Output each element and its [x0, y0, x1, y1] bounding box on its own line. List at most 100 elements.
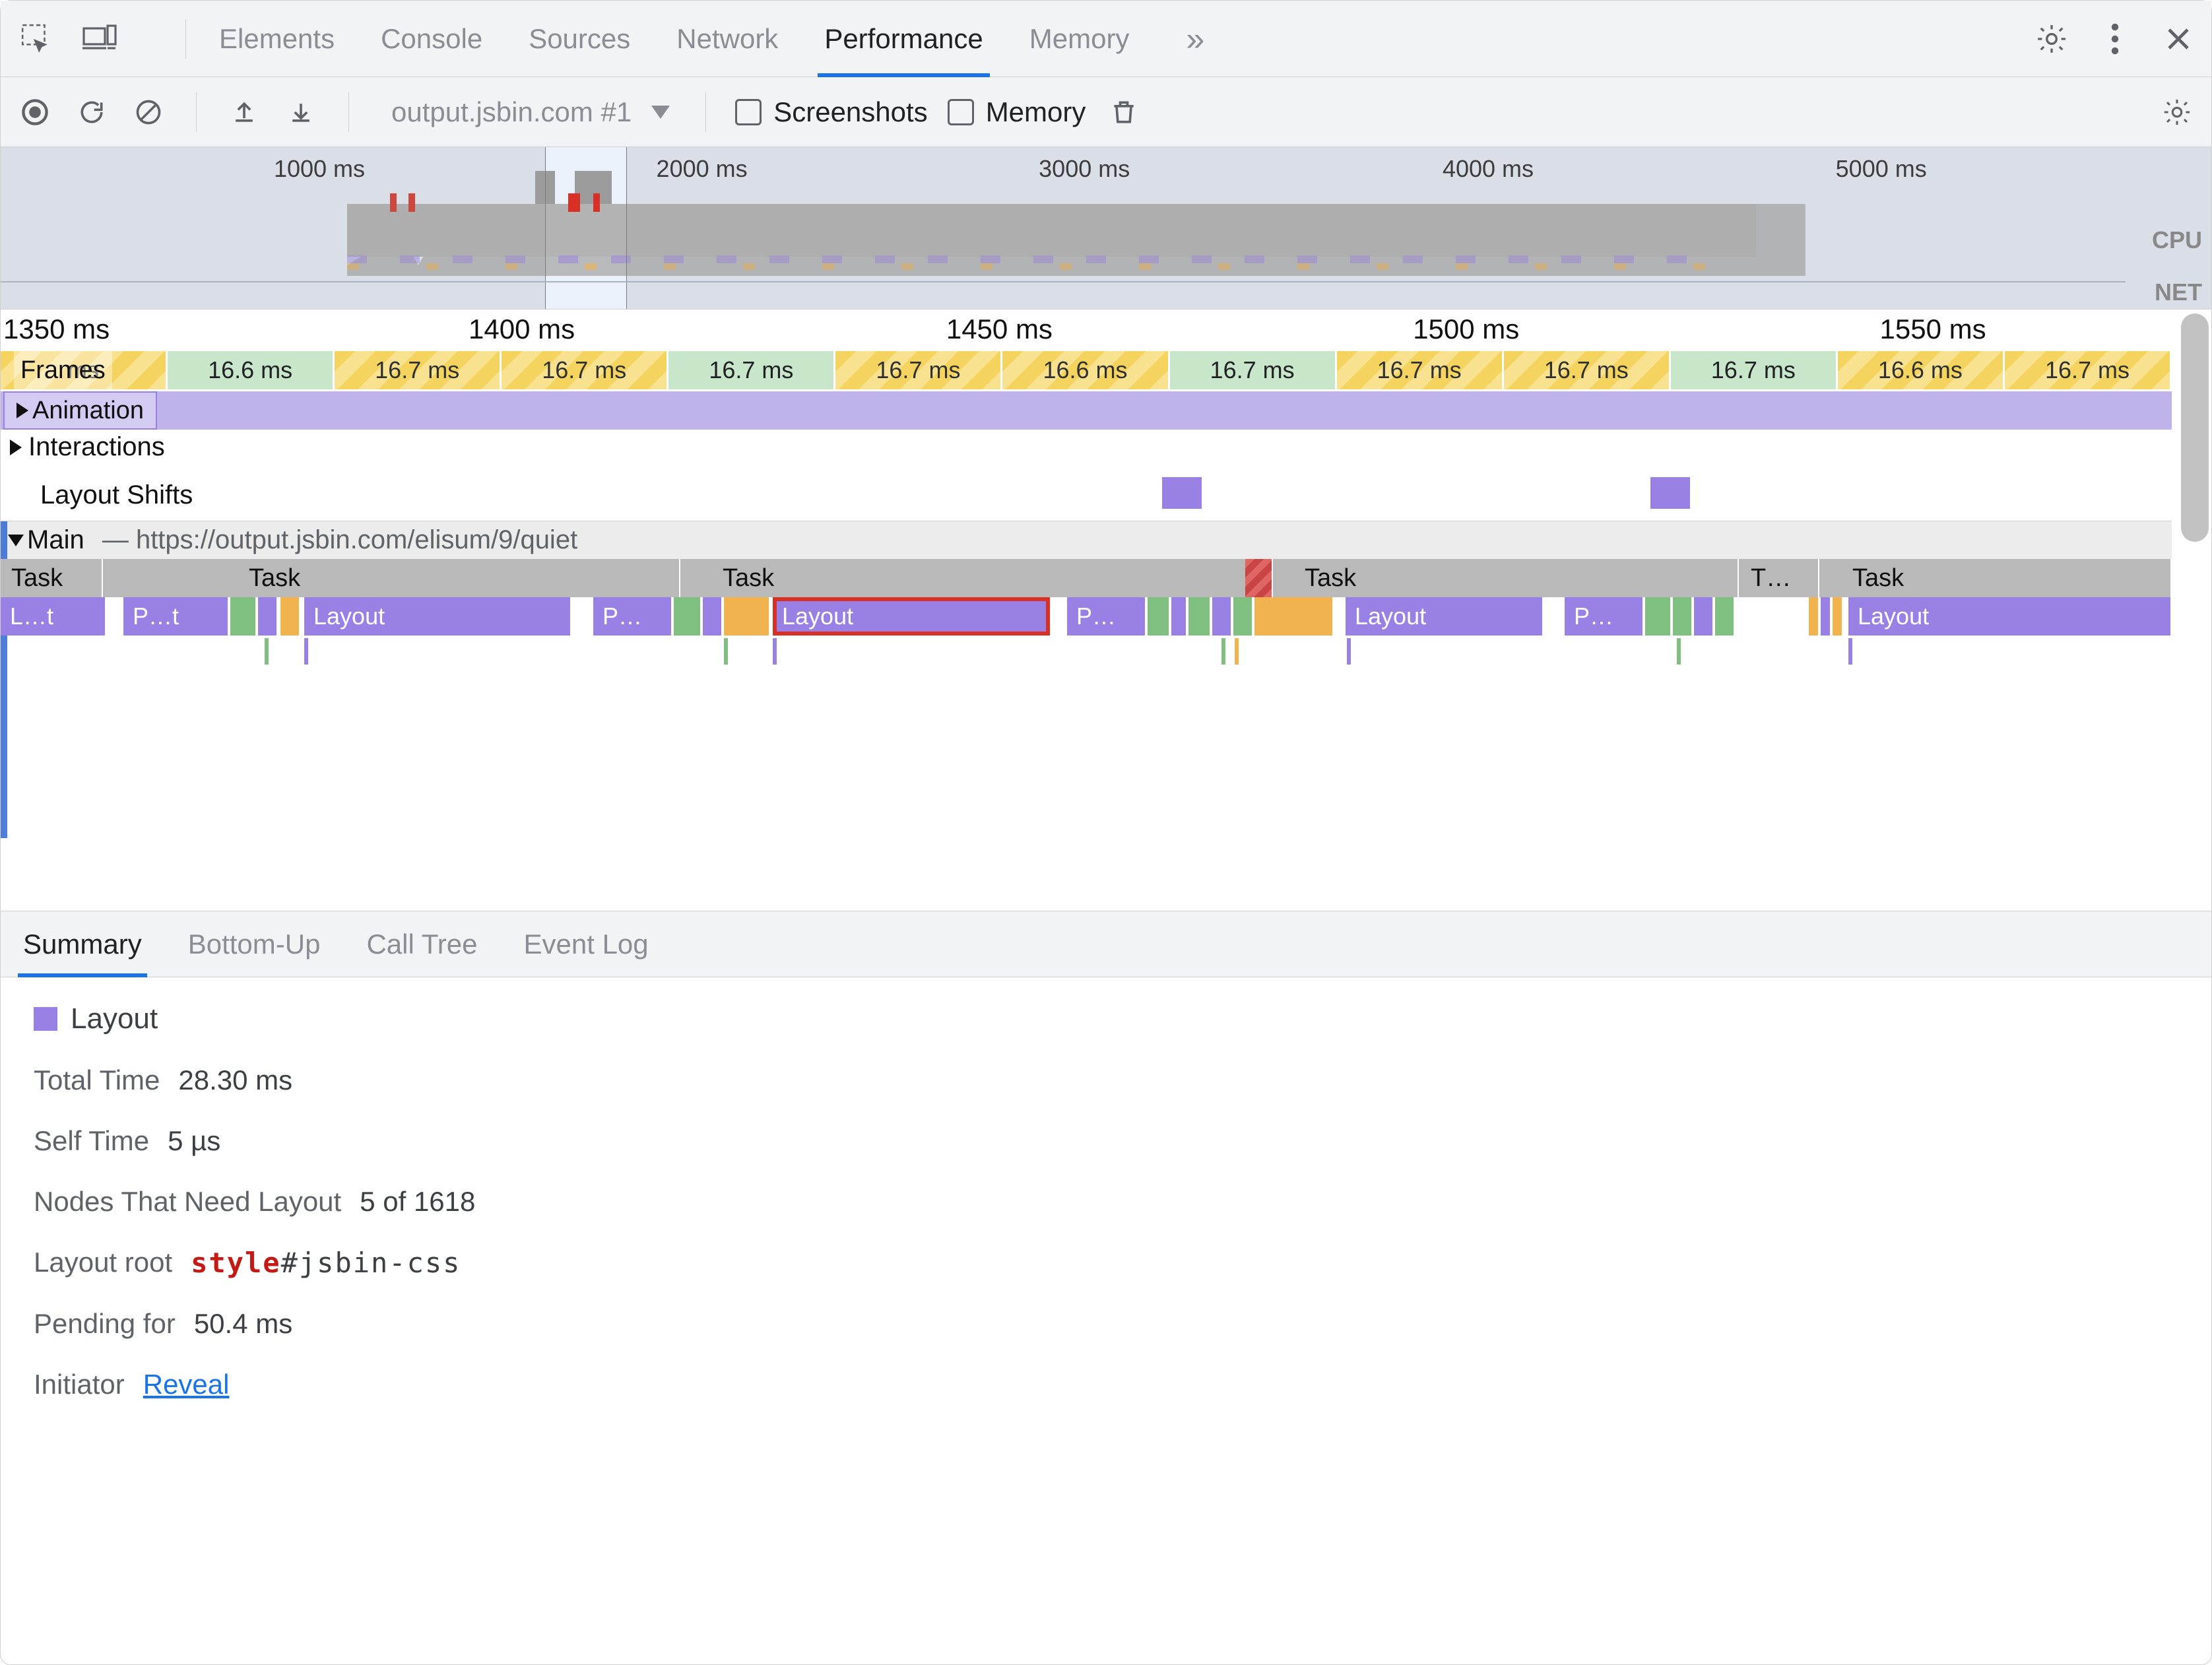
record-icon[interactable] — [16, 94, 53, 131]
reload-icon[interactable] — [73, 94, 110, 131]
task-block[interactable]: Task — [1, 559, 103, 597]
expand-icon — [16, 403, 28, 418]
flame-slice[interactable] — [674, 597, 701, 636]
tasks-row[interactable]: TaskTaskTaskTaskT…Task — [1, 559, 2172, 597]
clear-icon[interactable] — [130, 94, 167, 131]
capture-settings-gear-icon[interactable] — [2159, 94, 2196, 131]
flame-slice[interactable] — [258, 597, 278, 636]
layout-shift-block[interactable] — [1162, 477, 1202, 509]
target-origin-dropdown[interactable]: output.jsbin.com #1 — [378, 96, 676, 128]
trash-icon[interactable] — [1105, 94, 1142, 131]
performance-toolbar: output.jsbin.com #1 Screenshots Memory — [1, 77, 2211, 147]
download-icon[interactable] — [282, 94, 319, 131]
time-tick: 1350 ms — [3, 313, 110, 345]
frame-block[interactable]: 16.7 ms — [1170, 351, 1337, 389]
task-block[interactable]: Task — [1842, 559, 2172, 597]
flame-slice[interactable] — [1148, 597, 1170, 636]
flame-tick — [773, 638, 777, 665]
flame-tick — [1347, 638, 1351, 665]
tab-performance[interactable]: Performance — [824, 1, 983, 77]
flame-tick — [1848, 638, 1852, 665]
panel-tabs: Elements Console Sources Network Perform… — [219, 1, 1215, 77]
flame-slice[interactable] — [1715, 597, 1735, 636]
tab-memory[interactable]: Memory — [1029, 1, 1130, 77]
frame-block[interactable]: 16.7 ms — [1337, 351, 1504, 389]
close-devtools-icon[interactable] — [2159, 19, 2198, 59]
tab-call-tree[interactable]: Call Tree — [366, 911, 477, 977]
element-picker-icon[interactable] — [16, 19, 56, 59]
flame-slice[interactable]: P… — [1565, 597, 1644, 636]
flame-slice[interactable] — [1233, 597, 1253, 636]
settings-gear-icon[interactable] — [2032, 19, 2071, 59]
interactions-track[interactable]: Interactions — [1, 432, 2172, 473]
upload-icon[interactable] — [226, 94, 263, 131]
kebab-menu-icon[interactable] — [2095, 19, 2135, 59]
flame-chart[interactable]: 1350 ms 1400 ms 1450 ms 1500 ms 1550 ms … — [1, 310, 2211, 911]
flame-slice[interactable] — [703, 597, 723, 636]
flame-slice[interactable] — [1171, 597, 1187, 636]
flame-tick — [265, 638, 269, 665]
frame-block[interactable]: 16.6 ms — [1838, 351, 2005, 389]
time-tick: 1450 ms — [946, 313, 1053, 345]
flame-slice[interactable] — [1212, 597, 1232, 636]
timeline-overview[interactable]: 1000 ms 2000 ms 3000 ms 4000 ms 5000 ms … — [1, 147, 2211, 310]
frame-block[interactable]: 16.7 ms — [668, 351, 835, 389]
frame-block[interactable]: 16.7 ms — [335, 351, 502, 389]
time-tick: 1550 ms — [1880, 313, 1986, 345]
flame-slice[interactable] — [1645, 597, 1672, 636]
task-block[interactable]: Task — [712, 559, 1273, 597]
flame-row[interactable]: L…t P…t Layout P… Layout P… Layout P… Layout — [1, 597, 2172, 636]
frame-block[interactable]: 16.7 ms — [1504, 351, 1671, 389]
frame-block[interactable]: 16.6 ms — [168, 351, 335, 389]
animation-track[interactable]: Animation — [1, 391, 2172, 430]
flame-slice[interactable] — [1254, 597, 1334, 636]
flame-slice[interactable]: L…t — [1, 597, 106, 636]
layout-shifts-track[interactable]: Layout Shifts — [1, 474, 2172, 515]
main-track-header[interactable]: Main — https://output.jsbin.com/elisum/9… — [1, 521, 2172, 559]
flame-slice[interactable]: Layout — [1346, 597, 1544, 636]
frame-block[interactable]: 16.7 ms — [835, 351, 1002, 389]
task-block[interactable]: Task — [238, 559, 680, 597]
flame-slice[interactable]: P… — [593, 597, 672, 636]
flame-slice[interactable]: P…t — [123, 597, 229, 636]
tab-elements[interactable]: Elements — [219, 1, 335, 77]
flame-slice[interactable] — [1673, 597, 1693, 636]
scrollbar-thumb[interactable] — [2181, 313, 2209, 542]
flame-slice[interactable] — [1833, 597, 1843, 636]
frame-block[interactable]: 16.7 ms — [502, 351, 668, 389]
tab-summary[interactable]: Summary — [23, 911, 142, 977]
frame-block[interactable]: 16.7 ms — [2005, 351, 2172, 389]
tab-sources[interactable]: Sources — [529, 1, 630, 77]
task-block[interactable]: Task — [1294, 559, 1739, 597]
memory-checkbox[interactable]: Memory — [948, 96, 1086, 128]
flame-slice[interactable] — [1188, 597, 1211, 636]
flame-slice[interactable]: Layout — [304, 597, 571, 636]
flame-slice[interactable]: Layout — [773, 597, 1050, 636]
flame-slice[interactable] — [1809, 597, 1819, 636]
flame-slice[interactable] — [724, 597, 770, 636]
tab-console[interactable]: Console — [381, 1, 482, 77]
cpu-label: CPU — [2152, 226, 2202, 254]
details-tabstrip: Summary Bottom-Up Call Tree Event Log — [1, 911, 2211, 977]
flame-slice[interactable] — [1694, 597, 1714, 636]
flame-tick — [1677, 638, 1681, 665]
flame-slice[interactable] — [280, 597, 300, 636]
tab-network[interactable]: Network — [676, 1, 778, 77]
flame-slice[interactable]: P… — [1067, 597, 1146, 636]
event-color-swatch — [34, 1007, 57, 1031]
tabs-overflow-icon[interactable]: » — [1175, 1, 1215, 77]
device-toolbar-icon[interactable] — [80, 19, 119, 59]
screenshots-checkbox[interactable]: Screenshots — [735, 96, 927, 128]
task-block[interactable]: T… — [1740, 559, 1819, 597]
layout-shift-block[interactable] — [1650, 477, 1690, 509]
flame-slice[interactable] — [1821, 597, 1831, 636]
frame-block[interactable]: 16.7 ms — [1671, 351, 1838, 389]
flame-slice[interactable] — [230, 597, 257, 636]
reveal-link[interactable]: Reveal — [143, 1369, 230, 1400]
frames-track[interactable]: Frames ms16.6 ms16.7 ms16.7 ms16.7 ms16.… — [1, 351, 2172, 389]
frame-block[interactable]: 16.6 ms — [1002, 351, 1169, 389]
flame-slice[interactable]: Layout — [1848, 597, 2172, 636]
tab-event-log[interactable]: Event Log — [524, 911, 649, 977]
tab-bottom-up[interactable]: Bottom-Up — [188, 911, 321, 977]
flame-tick — [304, 638, 308, 665]
